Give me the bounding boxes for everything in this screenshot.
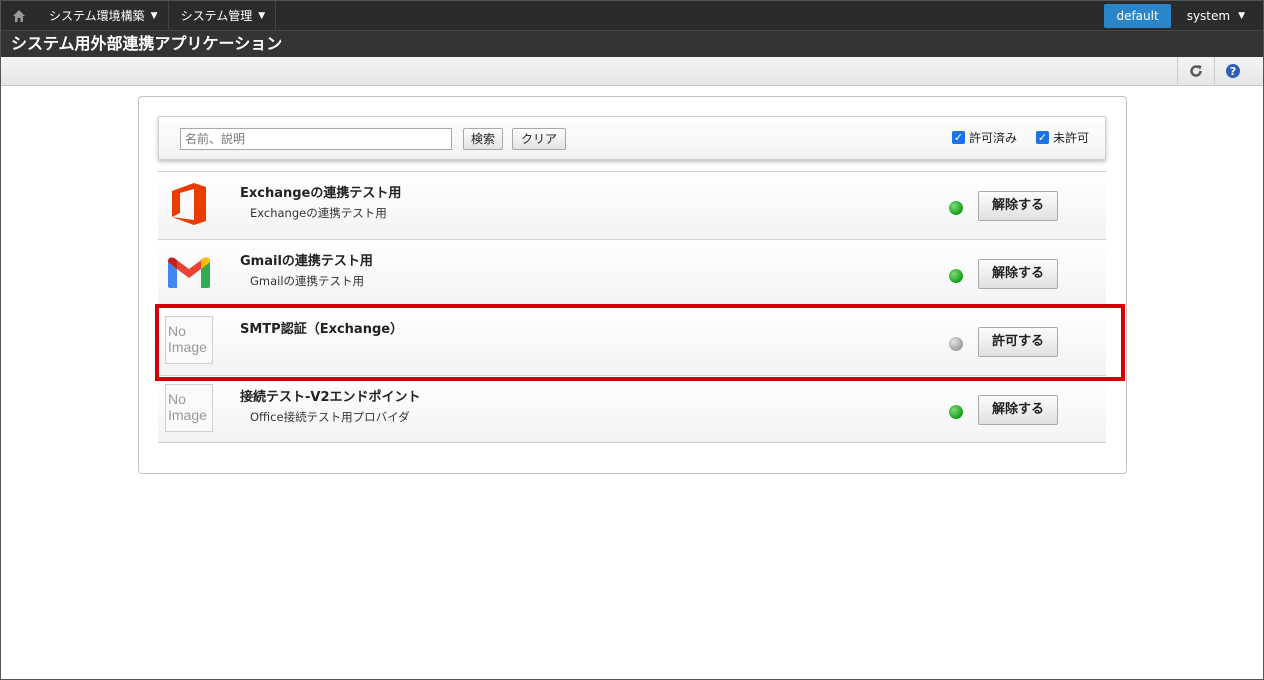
title-bar: システム用外部連携アプリケーション	[1, 30, 1263, 57]
office-icon	[165, 180, 213, 228]
status-permitted-icon	[949, 201, 963, 215]
toolbar: ?	[1, 57, 1263, 86]
tenant-button[interactable]: default	[1104, 3, 1171, 28]
clear-button[interactable]: クリア	[512, 128, 566, 150]
help-button[interactable]: ?	[1214, 57, 1250, 85]
user-name: system	[1186, 8, 1231, 23]
status-permitted-icon	[949, 405, 963, 419]
no-image-text: No	[168, 323, 186, 339]
no-image-text: Image	[168, 407, 207, 423]
no-image-placeholder: No Image	[165, 384, 213, 432]
app-name[interactable]: 接続テスト-V2エンドポイント	[240, 386, 421, 405]
permit-button[interactable]: 許可する	[978, 327, 1058, 357]
checkbox-checked-icon: ✓	[1036, 131, 1049, 144]
revoke-button[interactable]: 解除する	[978, 259, 1058, 289]
top-nav: システム環境構築 ▼ システム管理 ▼ default system ▼	[1, 1, 1263, 30]
no-image-text: No	[168, 391, 186, 407]
no-image-placeholder: No Image	[165, 316, 213, 364]
checkbox-checked-icon: ✓	[952, 131, 965, 144]
status-permitted-icon	[949, 269, 963, 283]
gmail-icon	[165, 248, 213, 296]
revoke-button[interactable]: 解除する	[978, 395, 1058, 425]
app-name[interactable]: Exchangeの連携テスト用	[240, 182, 401, 201]
user-menu[interactable]: system ▼	[1179, 9, 1263, 23]
home-icon[interactable]	[1, 1, 37, 30]
search-button[interactable]: 検索	[463, 128, 503, 150]
chevron-down-icon: ▼	[1238, 10, 1245, 21]
refresh-icon	[1189, 65, 1202, 77]
status-not-permitted-icon	[949, 337, 963, 351]
search-input[interactable]	[180, 128, 452, 150]
menu-system-env[interactable]: システム環境構築 ▼	[37, 1, 169, 30]
page-title: システム用外部連携アプリケーション	[11, 34, 283, 53]
app-row: No Image 接続テスト-V2エンドポイント Office接続テスト用プロバ…	[158, 375, 1106, 443]
menu-system-admin[interactable]: システム管理 ▼	[169, 1, 277, 30]
search-bar: 検索 クリア ✓ 許可済み ✓ 未許可	[158, 116, 1106, 160]
filter-permitted[interactable]: ✓ 許可済み	[952, 129, 1017, 146]
app-name[interactable]: SMTP認証（Exchange）	[240, 318, 403, 337]
no-image-text: Image	[168, 339, 207, 355]
refresh-button[interactable]	[1177, 57, 1213, 85]
filter-not-permitted-label: 未許可	[1053, 131, 1090, 145]
chevron-down-icon: ▼	[258, 10, 266, 21]
revoke-button[interactable]: 解除する	[978, 191, 1058, 221]
no-image-icon: No Image	[165, 384, 213, 432]
app-row: No Image SMTP認証（Exchange） 許可する	[158, 307, 1106, 375]
menu-system-env-label: システム環境構築	[49, 9, 145, 23]
app-description: Gmailの連携テスト用	[250, 274, 365, 288]
filter-permitted-label: 許可済み	[969, 131, 1018, 145]
chevron-down-icon: ▼	[150, 10, 158, 21]
help-icon: ?	[1225, 64, 1240, 78]
no-image-icon: No Image	[165, 316, 213, 364]
filter-not-permitted[interactable]: ✓ 未許可	[1036, 129, 1089, 146]
app-name[interactable]: Gmailの連携テスト用	[240, 250, 373, 269]
app-row: Gmailの連携テスト用 Gmailの連携テスト用 解除する	[158, 239, 1106, 307]
app-row: Exchangeの連携テスト用 Exchangeの連携テスト用 解除する	[158, 171, 1106, 239]
svg-text:?: ?	[1229, 65, 1235, 78]
app-description: Office接続テスト用プロバイダ	[250, 410, 410, 424]
menu-system-admin-label: システム管理	[180, 9, 253, 23]
app-description: Exchangeの連携テスト用	[250, 206, 387, 220]
